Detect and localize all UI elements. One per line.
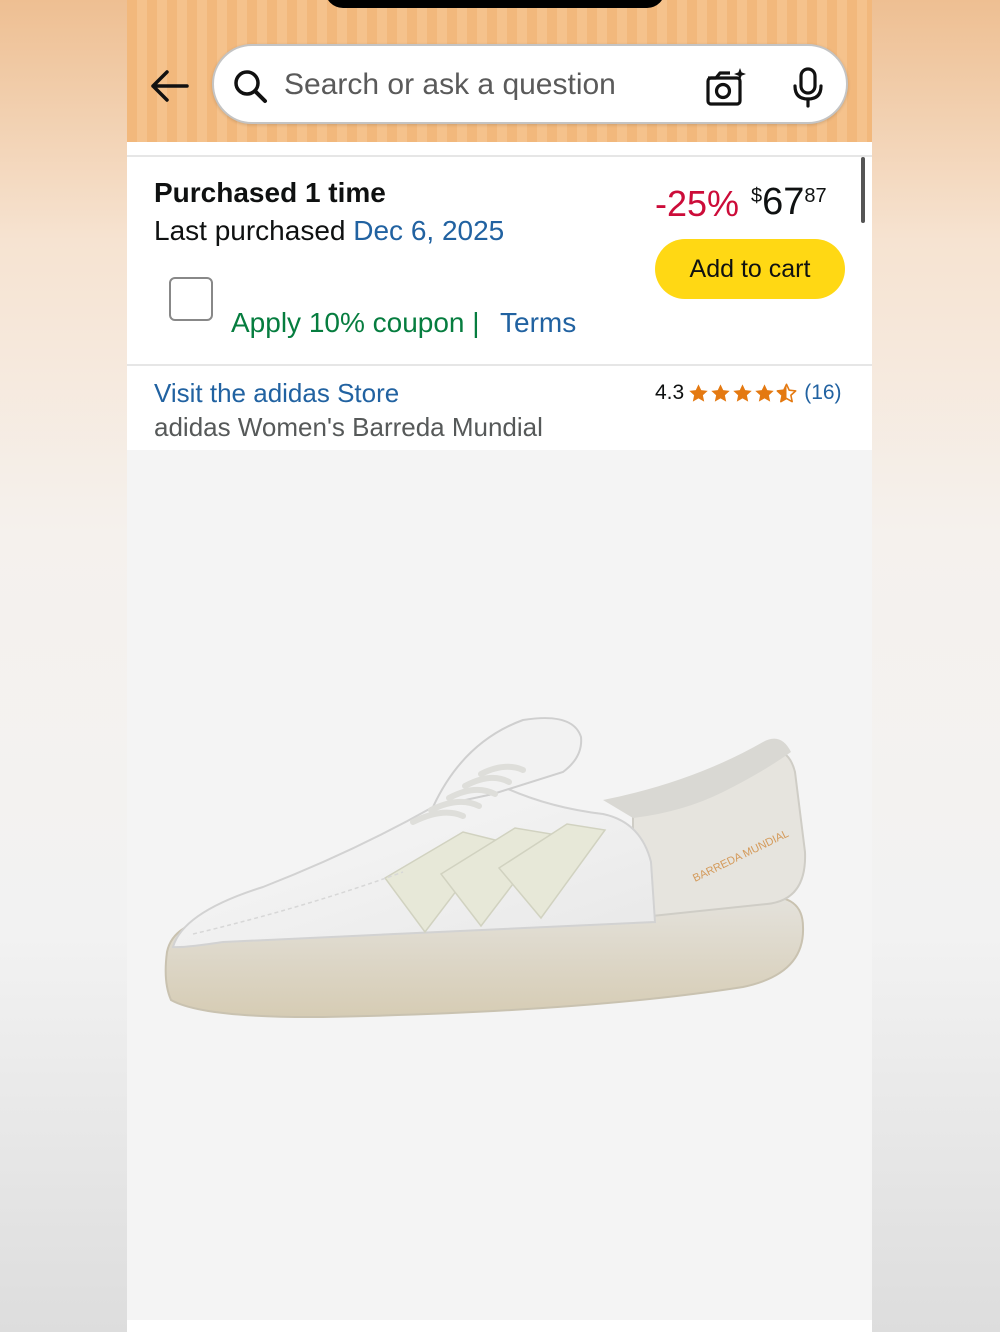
purchase-history-card: Purchased 1 time Last purchased Dec 6, 2… <box>127 155 872 363</box>
product-image-sneaker[interactable]: BARREDA MUNDIAL <box>163 712 813 1062</box>
price-whole: 67 <box>762 181 805 223</box>
product-image-area: BARREDA MUNDIAL <box>127 450 872 1320</box>
coupon-checkbox[interactable] <box>169 277 213 321</box>
back-button[interactable] <box>147 66 191 106</box>
camera-lens-icon[interactable] <box>704 66 746 108</box>
camera-notch <box>325 0 665 8</box>
last-purchased: Last purchased Dec 6, 2025 <box>154 215 504 247</box>
last-purchased-date[interactable]: Dec 6, 2025 <box>353 215 504 246</box>
last-purchased-label: Last purchased <box>154 215 354 246</box>
price: $6787 <box>751 181 827 224</box>
search-bar[interactable] <box>212 44 848 124</box>
search-input[interactable] <box>284 64 684 106</box>
arrow-left-icon <box>151 70 189 102</box>
background-blur-left <box>0 0 127 1332</box>
star-half-icon <box>776 383 797 402</box>
scrollbar[interactable] <box>861 157 865 223</box>
price-fraction: 87 <box>804 185 827 207</box>
star-icon <box>755 383 774 402</box>
coupon-terms-link[interactable]: Terms <box>500 307 576 339</box>
search-icon <box>234 70 267 103</box>
background-blur-right <box>872 0 1000 1332</box>
review-count[interactable]: (16) <box>804 381 841 405</box>
discount-percent: -25% <box>655 183 740 224</box>
rating[interactable]: 4.3 (16) <box>655 378 842 408</box>
visit-store-link[interactable]: Visit the adidas Store <box>154 378 399 409</box>
star-rating[interactable] <box>688 383 798 404</box>
star-icon <box>689 383 708 402</box>
rating-value: 4.3 <box>655 381 685 404</box>
coupon-label[interactable]: Apply 10% coupon | <box>231 307 480 339</box>
price-currency: $ <box>751 185 763 207</box>
purchase-count: Purchased 1 time <box>154 177 386 208</box>
star-icon <box>733 383 752 402</box>
product-page: Purchased 1 time Last purchased Dec 6, 2… <box>127 0 872 1332</box>
star-icon <box>711 383 730 402</box>
add-to-cart-button[interactable]: Add to cart <box>655 239 845 299</box>
product-title[interactable]: adidas Women's Barreda Mundial <box>154 412 543 443</box>
microphone-icon[interactable] <box>788 66 828 108</box>
product-info-row: Visit the adidas Store adidas Women's Ba… <box>127 364 872 450</box>
search-header <box>127 0 872 142</box>
